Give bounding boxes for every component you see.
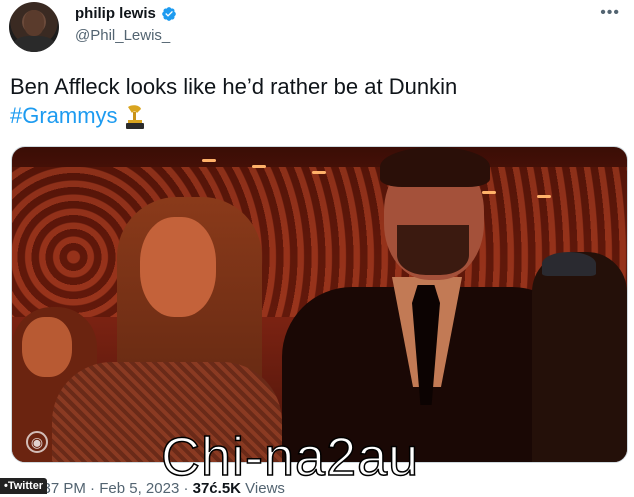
avatar-face [24, 10, 44, 36]
left-audience-face [22, 317, 72, 377]
author-display-name[interactable]: philip lewis [75, 5, 156, 22]
avatar-shirt [13, 36, 55, 52]
more-options-icon[interactable]: ••• [600, 4, 620, 22]
author-handle[interactable]: @Phil_Lewis_ [75, 27, 170, 44]
right-audience-cap [542, 252, 596, 276]
meta-separator: · [90, 480, 96, 497]
verified-badge-icon [162, 6, 176, 21]
stage-light [312, 171, 326, 174]
stage-light [202, 159, 216, 162]
hashtag-link[interactable]: #Grammys [10, 103, 118, 128]
author-name-row: philip lewis [75, 5, 177, 22]
watermark-text: Chi-na2au [160, 427, 420, 487]
tweet-hashtag-line: #Grammys [10, 101, 610, 131]
stage-light [252, 165, 266, 168]
tweet-media-image[interactable]: ◉ [11, 146, 628, 463]
avatar[interactable] [9, 2, 59, 52]
stage-light [537, 195, 551, 198]
grammy-trophy-icon [125, 105, 144, 130]
man-hair [380, 147, 490, 187]
tweet-text: Ben Affleck looks like he’d rather be at… [10, 72, 610, 131]
right-audience-member [532, 252, 627, 462]
stage-light [482, 191, 496, 194]
source-badge: •Twitter [0, 478, 48, 494]
tweet-body: Ben Affleck looks like he’d rather be at… [10, 74, 458, 99]
cbs-eye-icon: ◉ [26, 431, 48, 453]
man-beard [397, 225, 469, 275]
woman-face [140, 217, 216, 317]
